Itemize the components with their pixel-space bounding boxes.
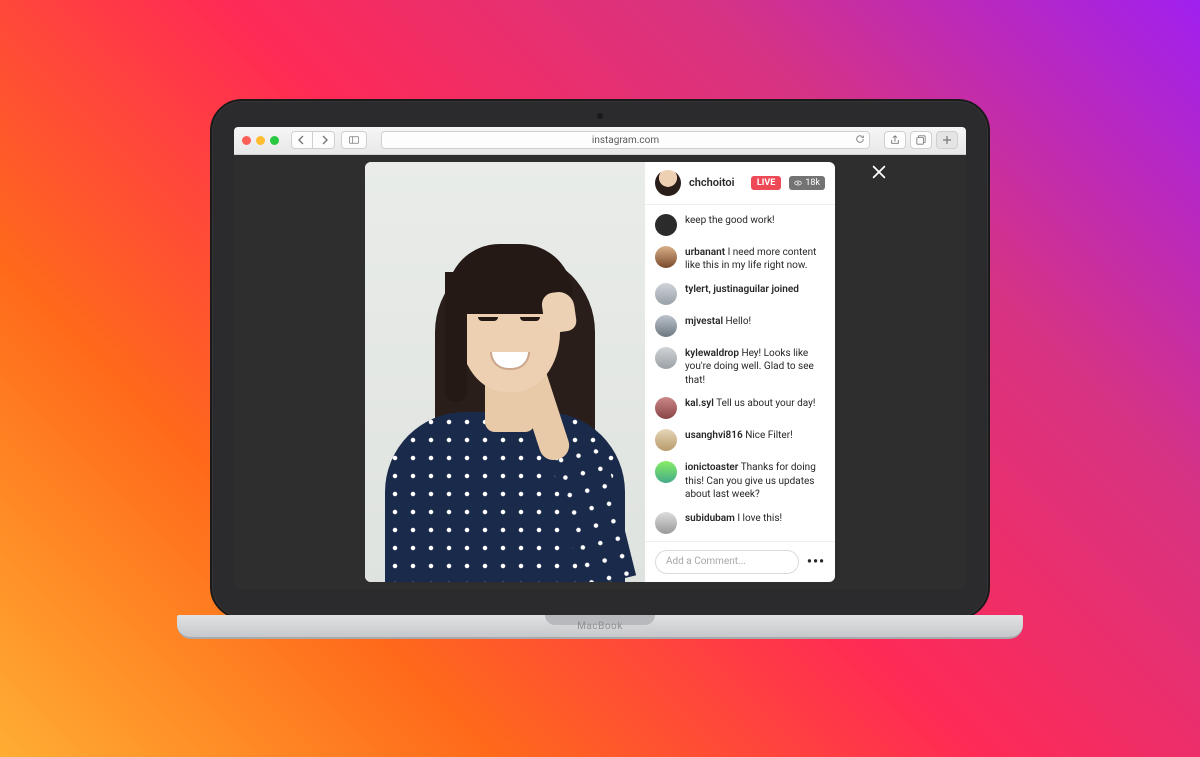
commenter-avatar[interactable] (655, 283, 677, 305)
share-button[interactable] (884, 131, 906, 149)
comment-row: usanghvi816 Nice Filter! (645, 424, 835, 456)
commenter-avatar[interactable] (655, 214, 677, 236)
comment-text: keep the good work! (685, 214, 775, 236)
live-video[interactable] (365, 162, 645, 582)
toolbar-right (884, 131, 958, 149)
live-header: chchoitoi LIVE 18k (645, 162, 835, 205)
chevron-left-icon (297, 135, 307, 145)
comment-text: urbanant I need more content like this i… (685, 246, 825, 273)
laptop-brand: MacBook (577, 621, 623, 632)
close-icon (870, 163, 888, 181)
share-icon (890, 135, 900, 145)
comment-row: mjvestal Hello! (645, 310, 835, 342)
tabs-button[interactable] (910, 131, 932, 149)
commenter-avatar[interactable] (655, 397, 677, 419)
commenter-avatar[interactable] (655, 512, 677, 534)
viewer-count-text: 18k (805, 178, 820, 188)
comments-list[interactable]: keep the good work! urbanant I need more … (645, 205, 835, 541)
laptop-lid: instagram.com (210, 99, 990, 619)
forward-button[interactable] (313, 131, 335, 149)
window-controls (242, 136, 279, 145)
tabs-icon (916, 135, 926, 145)
screen-bezel: instagram.com (234, 127, 966, 589)
live-badge: LIVE (751, 176, 781, 190)
plus-icon (942, 135, 952, 145)
commenter-avatar[interactable] (655, 429, 677, 451)
eye-icon (794, 179, 802, 187)
window-minimize-button[interactable] (256, 136, 265, 145)
commenter-avatar[interactable] (655, 347, 677, 369)
broadcaster-avatar[interactable] (655, 170, 681, 196)
sidebar-toggle-button[interactable] (341, 131, 367, 149)
laptop-base: MacBook (177, 615, 1023, 639)
reload-icon (855, 134, 865, 144)
comment-text: kylewaldrop Hey! Looks like you're doing… (685, 347, 825, 388)
live-modal: chchoitoi LIVE 18k keep the good work! ur… (365, 162, 835, 582)
comment-text: subidubam I love this! (685, 512, 782, 534)
comment-text: mjvestal Hello! (685, 315, 751, 337)
comment-row: kal.syl Tell us about your day! (645, 392, 835, 424)
chevron-right-icon (319, 135, 329, 145)
new-tab-button[interactable] (936, 131, 958, 149)
comment-row: ionictoaster Thanks for doing this! Can … (645, 456, 835, 507)
window-close-button[interactable] (242, 136, 251, 145)
screen: instagram.com (234, 127, 966, 589)
nav-buttons (291, 131, 335, 149)
comment-text: ionictoaster Thanks for doing this! Can … (685, 461, 825, 502)
system-message: tylert, justinaguilar joined (645, 278, 835, 310)
back-button[interactable] (291, 131, 313, 149)
page-viewport: chchoitoi LIVE 18k keep the good work! ur… (234, 155, 966, 589)
comment-row: kylewaldrop Hey! Looks like you're doing… (645, 342, 835, 393)
browser-toolbar: instagram.com (234, 127, 966, 155)
comment-row: subidubam I love this! (645, 507, 835, 539)
viewer-count: 18k (789, 176, 825, 190)
url-text: instagram.com (592, 135, 659, 146)
more-options-button[interactable]: ••• (807, 554, 825, 570)
comment-input[interactable]: Add a Comment... (655, 550, 799, 574)
comment-text: kal.syl Tell us about your day! (685, 397, 815, 419)
address-bar[interactable]: instagram.com (381, 131, 870, 149)
window-fullscreen-button[interactable] (270, 136, 279, 145)
comment-text: usanghvi816 Nice Filter! (685, 429, 793, 451)
laptop-mockup: instagram.com (177, 99, 1023, 659)
broadcaster-username[interactable]: chchoitoi (689, 176, 743, 189)
comment-row: keep the good work! (645, 209, 835, 241)
close-live-button[interactable] (870, 163, 888, 185)
comment-composer: Add a Comment... ••• (645, 541, 835, 582)
sidebar-icon (349, 135, 359, 145)
live-sidebar: chchoitoi LIVE 18k keep the good work! ur… (645, 162, 835, 582)
comment-row: urbanant I need more content like this i… (645, 241, 835, 278)
commenter-avatar[interactable] (655, 461, 677, 483)
comment-placeholder: Add a Comment... (666, 556, 746, 567)
reload-button[interactable] (855, 134, 865, 147)
commenter-avatar[interactable] (655, 315, 677, 337)
commenter-avatar[interactable] (655, 246, 677, 268)
comment-text: tylert, justinaguilar joined (685, 283, 799, 305)
camera-dot (597, 113, 603, 119)
